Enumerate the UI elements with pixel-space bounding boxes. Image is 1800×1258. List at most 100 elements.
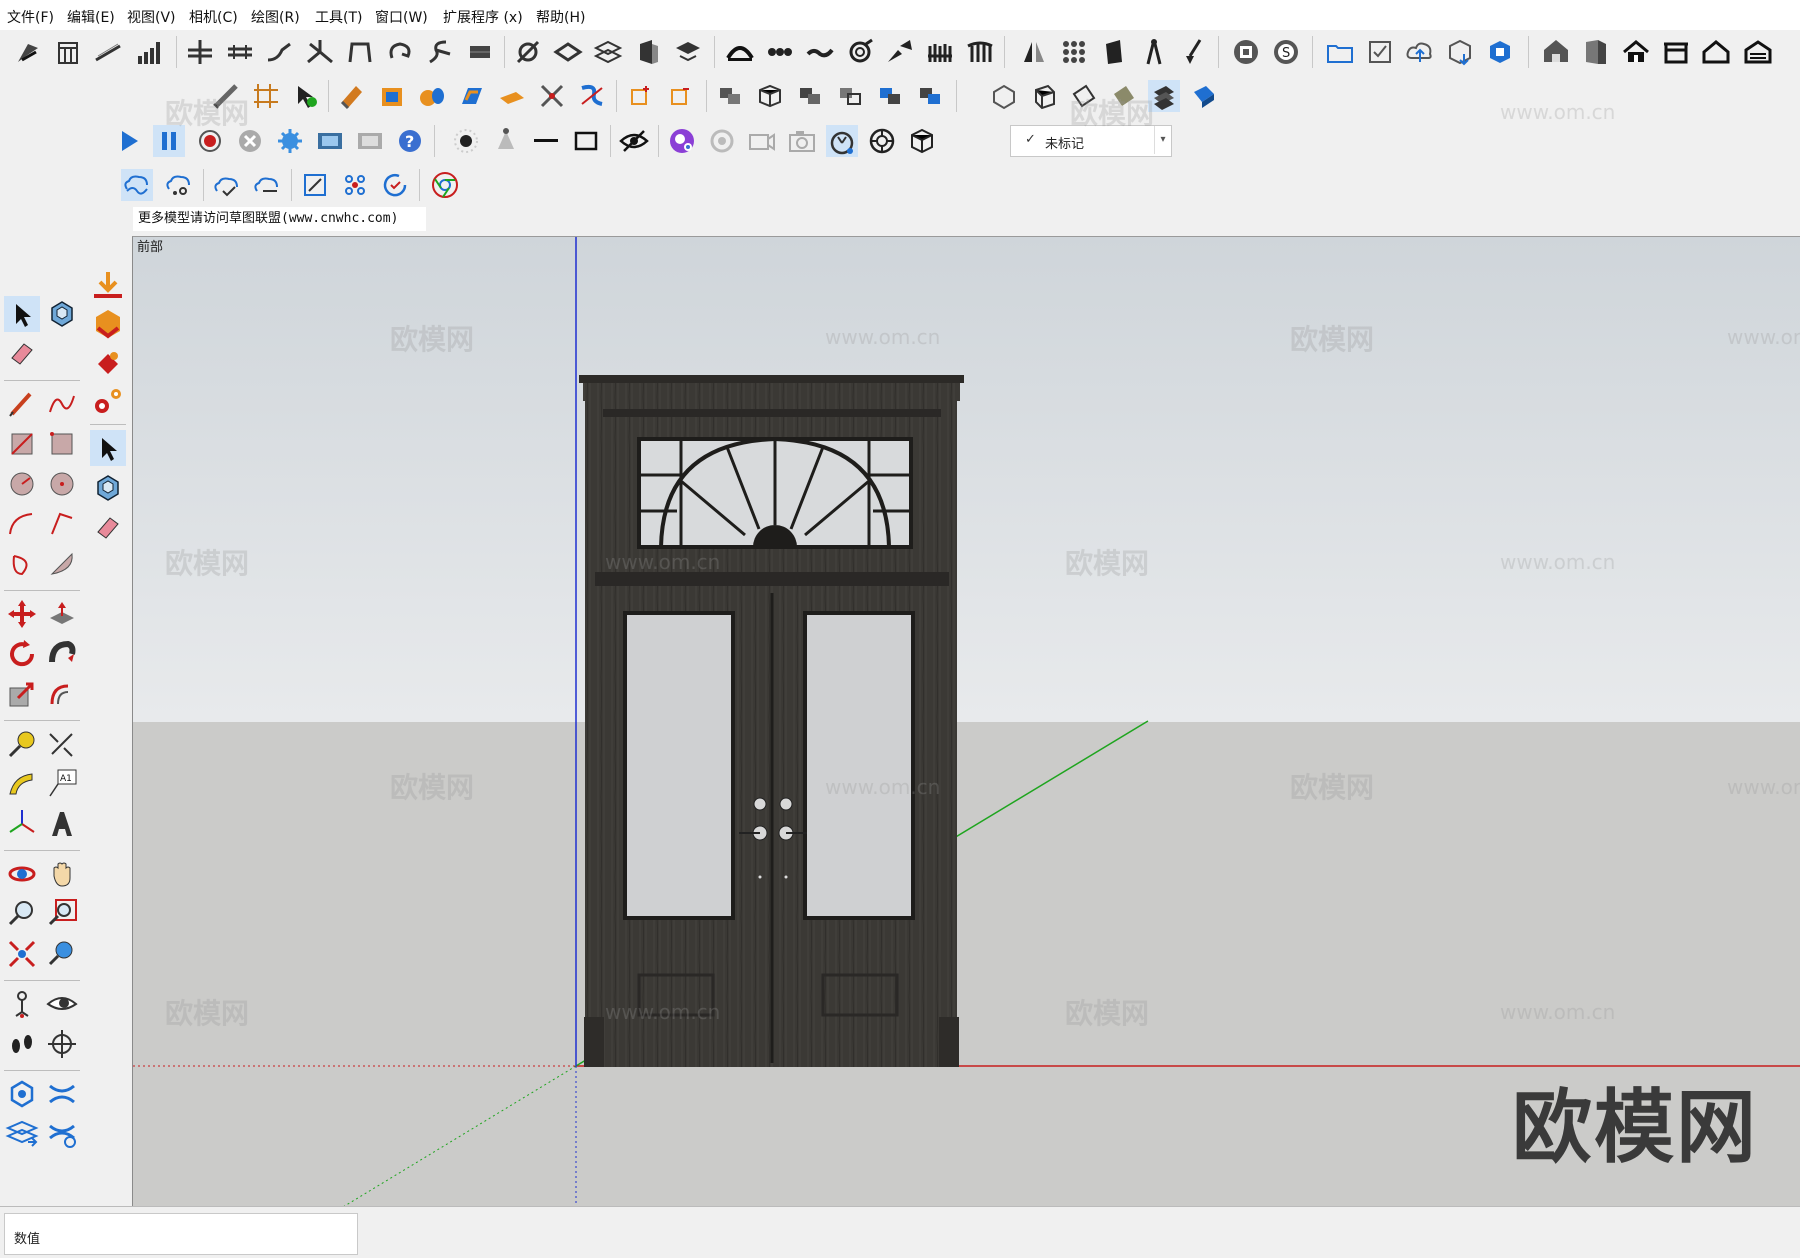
menu-draw[interactable]: 绘图(R) [251, 7, 300, 27]
box-export-icon[interactable] [906, 125, 938, 157]
store-icon[interactable] [1660, 36, 1692, 68]
table-icon[interactable] [52, 36, 84, 68]
menu-edit[interactable]: 编辑(E) [67, 7, 115, 27]
wall-icon[interactable] [464, 36, 496, 68]
box-orange-icon[interactable] [376, 80, 408, 112]
snapshot-icon[interactable] [786, 125, 818, 157]
s-ring-icon[interactable]: S [1270, 36, 1302, 68]
axes-icon[interactable] [4, 806, 40, 842]
menu-tools[interactable]: 工具(T) [315, 7, 362, 27]
measurements-box[interactable]: 数值 [4, 1213, 358, 1255]
rect-light-icon[interactable] [570, 125, 602, 157]
cross-tool-icon[interactable] [536, 80, 568, 112]
dot-grid-icon[interactable] [1058, 36, 1090, 68]
hex-orange-icon[interactable] [90, 306, 126, 342]
door-icon[interactable] [632, 36, 664, 68]
house-3d-icon[interactable] [1540, 36, 1572, 68]
curve-tool-icon[interactable] [264, 36, 296, 68]
home-icon[interactable] [1620, 36, 1652, 68]
film-strip-icon[interactable] [314, 125, 346, 157]
menu-help[interactable]: 帮助(H) [536, 7, 585, 27]
layers-stack-icon[interactable] [184, 36, 216, 68]
circle-gray-icon[interactable] [706, 125, 738, 157]
stack-icon[interactable] [1148, 80, 1180, 112]
door-leaf-left[interactable] [605, 593, 770, 1063]
layers-arrow-icon[interactable] [4, 1116, 40, 1152]
menu-window[interactable]: 窗口(W) [375, 7, 428, 27]
help-icon[interactable]: ? [394, 125, 426, 157]
scene-tab[interactable]: 前部 [137, 236, 163, 255]
polygon-icon[interactable] [44, 466, 80, 502]
render-icon[interactable] [666, 125, 698, 157]
arc-tool-icon[interactable] [4, 506, 40, 542]
menu-file[interactable]: 文件(F) [7, 7, 54, 27]
bar-chart-icon[interactable] [132, 36, 164, 68]
square-minus-icon[interactable] [664, 80, 696, 112]
line-stitch-icon[interactable] [92, 36, 124, 68]
menu-view[interactable]: 视图(V) [127, 7, 176, 27]
settings-gears-icon[interactable] [90, 384, 126, 420]
select-arrow-icon[interactable] [4, 296, 40, 332]
cubes-icon[interactable] [794, 80, 826, 112]
chevron-down-icon[interactable]: ▾ [1154, 126, 1171, 154]
camera-icon[interactable] [746, 125, 778, 157]
record-icon[interactable] [194, 125, 226, 157]
cloud-tree-icon[interactable] [163, 169, 195, 201]
arch-icon[interactable] [344, 36, 376, 68]
square-plus-icon[interactable] [624, 80, 656, 112]
cloud-minus-icon[interactable] [251, 169, 283, 201]
eraser-icon[interactable] [4, 336, 40, 372]
tag-dropdown[interactable]: ✓ 未标记 ▾ [1010, 125, 1172, 157]
box-layers-icon[interactable] [552, 36, 584, 68]
ruler-pen-icon[interactable] [210, 80, 242, 112]
frame-icon[interactable] [250, 80, 282, 112]
film-icon[interactable] [1230, 36, 1262, 68]
grid-box-icon[interactable] [592, 36, 624, 68]
cloud-up-icon[interactable] [1404, 36, 1436, 68]
tray-icon[interactable] [672, 36, 704, 68]
eraser-2-icon[interactable] [90, 510, 126, 546]
home-outline-icon[interactable] [1700, 36, 1732, 68]
slab-icon[interactable] [1108, 80, 1140, 112]
snake-icon[interactable] [576, 80, 608, 112]
rotate-cube-icon[interactable] [1484, 36, 1516, 68]
menu-camera[interactable]: 相机(C) [189, 7, 238, 27]
dot-light-icon[interactable] [450, 125, 482, 157]
chain-icon[interactable] [764, 36, 796, 68]
timer-icon[interactable] [826, 125, 858, 157]
refresh-check-icon[interactable] [379, 169, 411, 201]
circle-icon[interactable] [4, 466, 40, 502]
shovel-icon[interactable] [336, 80, 368, 112]
component-2-icon[interactable] [90, 470, 126, 506]
paint-bucket-icon[interactable] [90, 346, 126, 382]
tape-measure-icon[interactable] [4, 726, 40, 762]
flower-icon[interactable] [866, 125, 898, 157]
cube-blue-icon[interactable] [874, 80, 906, 112]
folder-icon[interactable] [1324, 36, 1356, 68]
frame-select-icon[interactable] [299, 169, 331, 201]
offset-icon[interactable] [44, 676, 80, 712]
two-point-arc-icon[interactable] [44, 506, 80, 542]
chrome-icon[interactable] [429, 169, 461, 201]
protractor-icon[interactable] [4, 766, 40, 802]
double-door-model[interactable] [579, 375, 964, 1067]
push-pull-icon[interactable] [44, 596, 80, 632]
tag-settings-icon[interactable] [4, 1076, 40, 1112]
walk-icon[interactable] [4, 1026, 40, 1062]
play-icon[interactable] [113, 125, 145, 157]
cloud-check-icon[interactable] [211, 169, 243, 201]
orbit-icon[interactable] [4, 856, 40, 892]
book-icon[interactable] [1580, 36, 1612, 68]
3d-viewport[interactable] [132, 236, 1800, 1207]
cursor-arrow-icon[interactable] [290, 80, 322, 112]
swirl-icon[interactable] [844, 36, 876, 68]
rotated-rect-icon[interactable] [44, 426, 80, 462]
double-line-icon[interactable] [224, 36, 256, 68]
pie-icon[interactable] [44, 546, 80, 582]
select-arrow-2-icon[interactable] [90, 430, 126, 466]
plane-icon[interactable] [1068, 80, 1100, 112]
freehand-icon[interactable] [44, 386, 80, 422]
text-label-icon[interactable]: A1 [44, 766, 80, 802]
layers-x-icon[interactable] [44, 1076, 80, 1112]
pencil-icon[interactable] [4, 386, 40, 422]
